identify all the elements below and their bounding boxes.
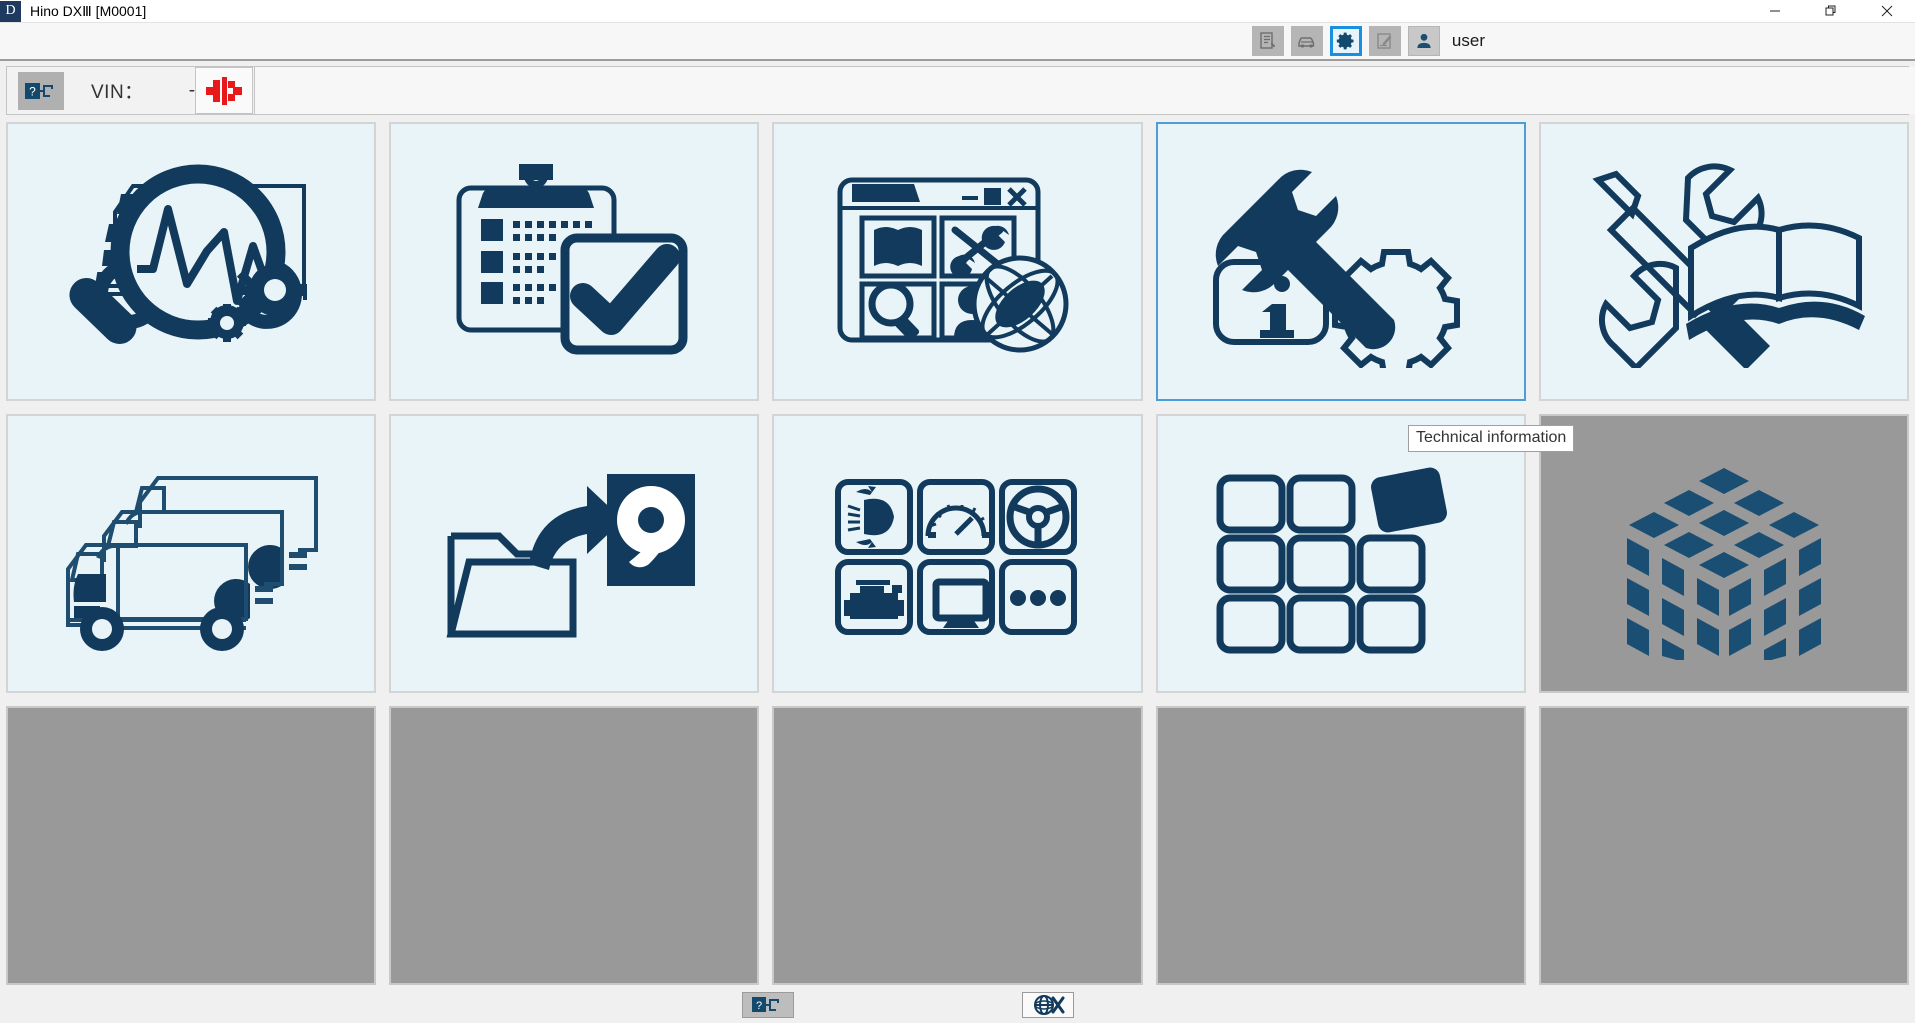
clipboard-check-icon (456, 163, 688, 354)
restore-button[interactable] (1803, 0, 1859, 22)
svg-text:?: ? (29, 84, 36, 98)
connector-status-button[interactable]: ? (742, 992, 794, 1018)
tile-service-manual[interactable] (1538, 122, 1909, 401)
title-bar: D Hino DXⅢ [M0001] (0, 0, 1915, 23)
tile-grid (0, 119, 1915, 987)
tile-inspection[interactable] (389, 122, 760, 401)
six-function-grid-icon (835, 478, 1078, 635)
svg-text:?: ? (756, 1000, 762, 1012)
vin-bar-container: ? VIN： - (0, 61, 1915, 119)
tile-vehicle-select[interactable] (6, 414, 377, 693)
vin-bar: ? VIN： - (6, 66, 1915, 115)
edit-note-icon[interactable] (1368, 26, 1401, 56)
close-button[interactable] (1859, 0, 1915, 22)
truck-magnifier-gears-icon (69, 164, 308, 344)
three-trucks-icon (65, 475, 318, 651)
tile-functions[interactable] (772, 414, 1143, 693)
connector-status-icon: ? (752, 997, 779, 1012)
browser-globe-icon (837, 177, 1069, 352)
tooltip: Technical information (1408, 425, 1575, 452)
gear-icon[interactable] (1329, 26, 1362, 56)
tile-diagnostics[interactable] (6, 122, 377, 401)
tile-empty-5 (1538, 706, 1909, 985)
globe-disconnected-icon (1034, 995, 1065, 1015)
tile-customize-layout[interactable] (1155, 414, 1526, 693)
status-bar: ? (0, 987, 1915, 1023)
window-title: Hino DXⅢ [M0001] (30, 2, 147, 19)
connector-status-icon[interactable]: ? (18, 71, 64, 110)
tile-empty-2 (389, 706, 760, 985)
tile-arrange-icon (1216, 467, 1447, 653)
tile-empty-4 (1155, 706, 1526, 985)
window-controls (1747, 0, 1915, 22)
tile-technical-info[interactable] (1155, 122, 1526, 401)
folder-arrow-harddisk-icon (446, 473, 696, 637)
tile-module-cube (1538, 414, 1909, 693)
tile-data-backup[interactable] (389, 414, 760, 693)
user-name-label: user (1451, 31, 1485, 50)
iso-cube-icon (1626, 467, 1821, 660)
tile-empty-3 (772, 706, 1143, 985)
info-wrench-gear-icon (1212, 169, 1460, 368)
tile-empty-1 (6, 706, 377, 985)
app-d-icon: D (0, 0, 21, 22)
toolbar-button-group (1251, 26, 1440, 56)
vehicle-report-icon[interactable] (1251, 26, 1284, 56)
tile-online-portal[interactable] (772, 122, 1143, 401)
user-icon[interactable] (1407, 26, 1440, 56)
minimize-button[interactable] (1747, 0, 1803, 22)
red-connector-icon[interactable] (195, 67, 254, 114)
vin-label: VIN： (91, 82, 144, 103)
vin-extra-panel (254, 67, 1915, 114)
application-window: D Hino DXⅢ [M0001] user ? VIN： - Technic… (0, 0, 1915, 1023)
tools-book-icon (1592, 163, 1866, 368)
network-status-button[interactable] (1022, 992, 1074, 1018)
top-toolbar: user (0, 23, 1915, 61)
vehicle-icon[interactable] (1290, 26, 1323, 56)
